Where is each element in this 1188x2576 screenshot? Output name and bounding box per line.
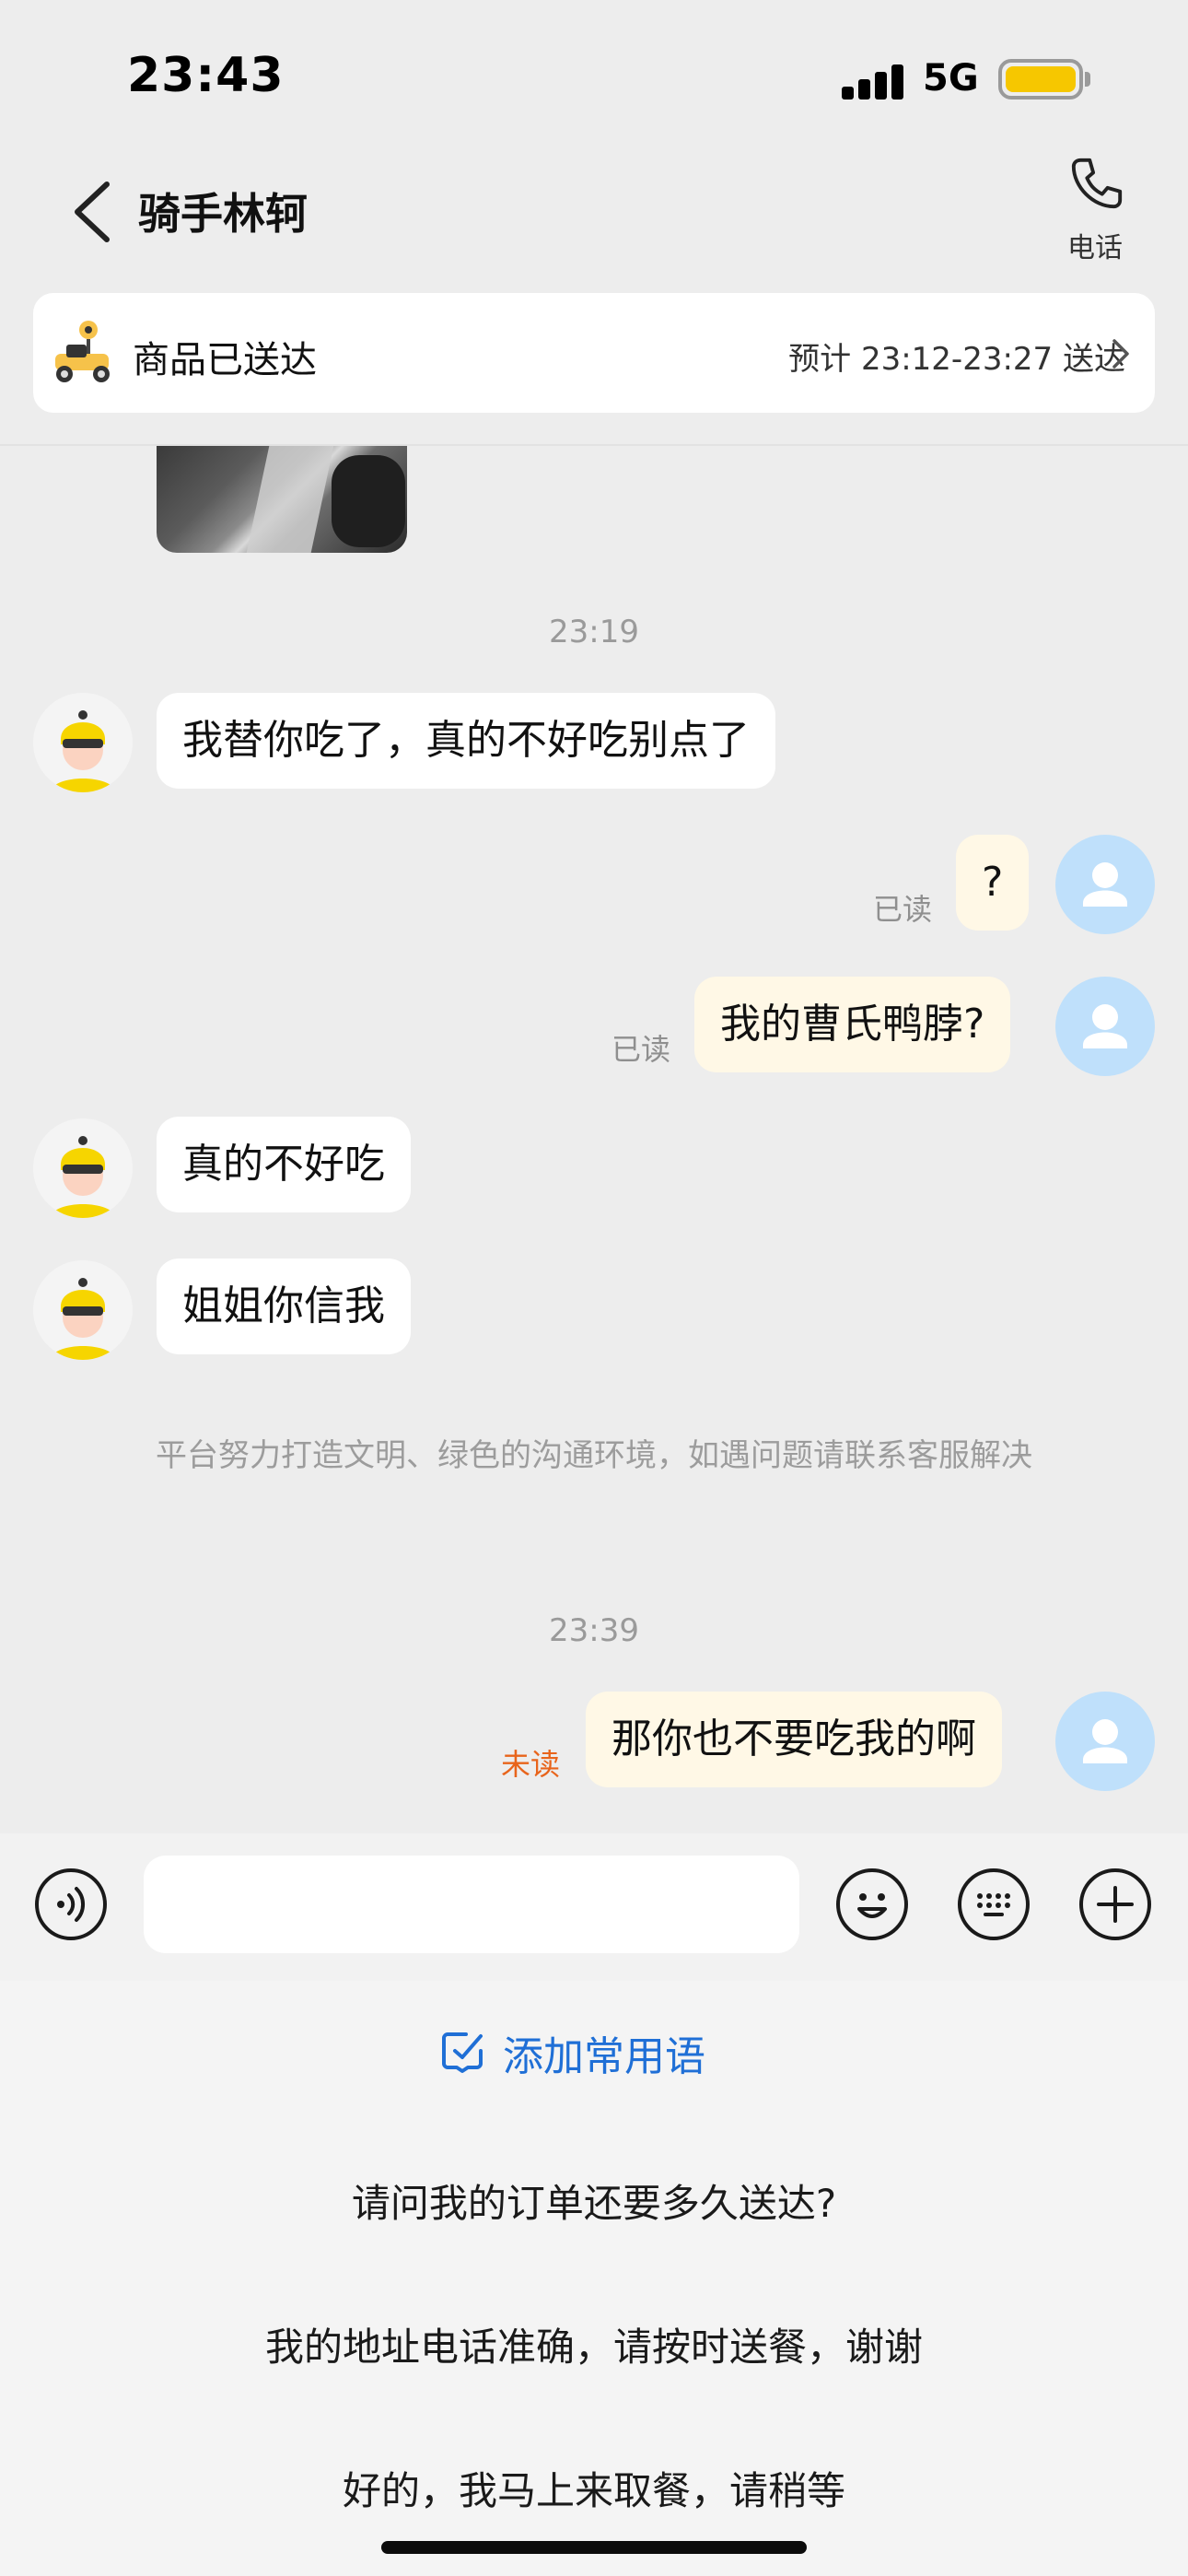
page-title: 骑手林轲	[138, 189, 308, 239]
rider-avatar[interactable]	[33, 693, 133, 792]
voice-icon	[57, 1887, 86, 1922]
chevron-right-icon	[1112, 339, 1129, 369]
rider-avatar[interactable]	[33, 1260, 133, 1360]
status-time: 23:43	[127, 48, 285, 103]
order-eta: 预计 23:12-23:27 送达	[788, 341, 1125, 378]
add-phrase-button[interactable]: 添加常用语	[503, 2023, 705, 2082]
user-avatar[interactable]	[1055, 835, 1155, 934]
rider-message: 姐姐你信我	[157, 1259, 411, 1354]
message-input[interactable]	[144, 1856, 799, 1953]
quick-reply-item[interactable]: 好的，我马上来取餐，请稍等	[0, 2460, 1188, 2516]
home-indicator	[381, 2541, 807, 2554]
rider-message: 真的不好吃	[157, 1117, 411, 1212]
keyboard-button[interactable]	[958, 1868, 1030, 1940]
phone-icon[interactable]	[1068, 155, 1125, 212]
read-status: 已读	[611, 1032, 671, 1067]
unread-status: 未读	[501, 1747, 561, 1782]
quick-reply-item[interactable]: 请问我的订单还要多久送达?	[0, 2172, 1188, 2229]
order-status-text: 商品已送达	[133, 339, 317, 381]
user-message: 那你也不要吃我的啊	[586, 1692, 1002, 1787]
back-button[interactable]	[66, 179, 118, 245]
rider-message: 我替你吃了，真的不好吃别点了	[157, 693, 775, 789]
user-message: ?	[956, 835, 1030, 931]
delivery-scooter-icon	[55, 321, 110, 382]
chat-timestamp: 23:19	[549, 614, 639, 650]
phone-label[interactable]: 电话	[1035, 225, 1155, 265]
user-avatar[interactable]	[1055, 977, 1155, 1076]
network-type: 5G	[923, 57, 979, 100]
voice-button[interactable]	[35, 1868, 107, 1940]
quick-reply-item[interactable]: 我的地址电话准确，请按时送餐，谢谢	[0, 2316, 1188, 2372]
user-avatar[interactable]	[1055, 1692, 1155, 1791]
emoji-button[interactable]	[836, 1868, 908, 1940]
plus-icon	[1097, 1886, 1134, 1923]
rider-avatar[interactable]	[33, 1118, 133, 1218]
chat-image[interactable]	[157, 446, 407, 553]
battery-tip	[1085, 72, 1090, 87]
battery-icon	[998, 59, 1083, 100]
add-phrase-icon[interactable]	[438, 2027, 486, 2075]
read-status: 已读	[873, 892, 933, 927]
plus-button[interactable]	[1079, 1868, 1151, 1940]
system-notice: 平台努力打造文明、绿色的沟通环境，如遇问题请联系客服解决	[156, 1437, 1032, 1474]
user-message: 我的曹氏鸭脖?	[694, 977, 1011, 1072]
emoji-icon	[857, 1893, 887, 1918]
chat-timestamp: 23:39	[549, 1612, 639, 1649]
keyboard-icon	[977, 1893, 1010, 1916]
signal-icon	[842, 64, 904, 100]
